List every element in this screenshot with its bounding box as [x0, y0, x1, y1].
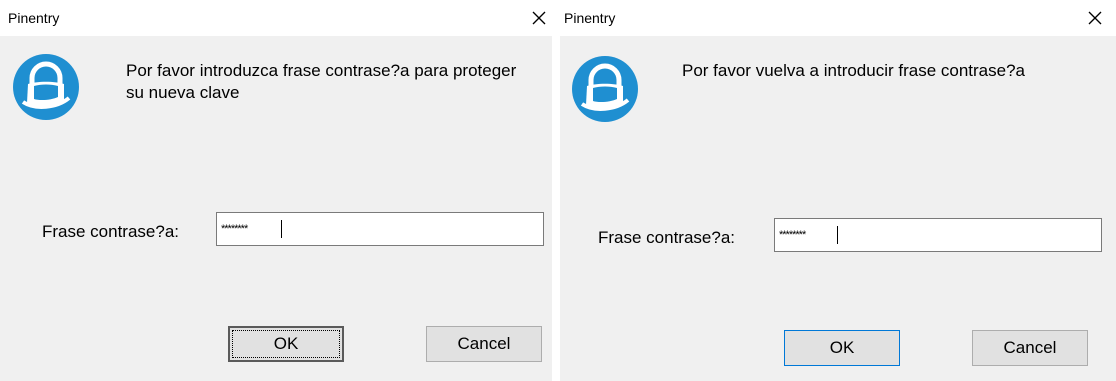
close-button[interactable] [522, 2, 556, 34]
passphrase-input[interactable] [216, 212, 544, 246]
focus-outline [232, 330, 340, 358]
cancel-button[interactable]: Cancel [426, 326, 542, 362]
passphrase-label: Frase contrase?a: [598, 228, 736, 247]
pinentry-dialog-new-passphrase: Pinentry Por favor introduzca frase cont… [0, 0, 558, 381]
ok-button[interactable]: OK [784, 330, 900, 366]
close-icon [1088, 11, 1102, 25]
prompt-description: Por favor introduzca frase contrase?a pa… [126, 61, 517, 102]
pinentry-dialog-repeat-passphrase: Pinentry Por favor vuelva a introducir f… [558, 0, 1116, 381]
close-icon [532, 11, 546, 25]
passphrase-label: Frase contrase?a: [42, 222, 180, 241]
close-button[interactable] [1078, 2, 1112, 34]
padlock-icon [572, 56, 638, 122]
title-bar: Pinentry [558, 0, 1116, 36]
dialog-body: Por favor vuelva a introducir frase cont… [560, 36, 1116, 381]
title-bar: Pinentry [0, 0, 558, 36]
window-title: Pinentry [8, 10, 60, 26]
window-title: Pinentry [564, 10, 616, 26]
prompt-description: Por favor vuelva a introducir frase cont… [682, 61, 1026, 80]
ok-button[interactable]: OK [228, 326, 344, 362]
cancel-button[interactable]: Cancel [972, 330, 1088, 366]
ok-button-label: OK [829, 338, 855, 357]
passphrase-input[interactable] [774, 218, 1102, 252]
screen: Pinentry Por favor introduzca frase cont… [0, 0, 1116, 381]
cancel-button-label: Cancel [457, 334, 511, 353]
text-caret [837, 226, 838, 244]
text-caret [281, 220, 282, 238]
cancel-button-label: Cancel [1003, 338, 1057, 357]
padlock-icon [13, 54, 79, 120]
dialog-body: Por favor introduzca frase contrase?a pa… [0, 36, 552, 381]
